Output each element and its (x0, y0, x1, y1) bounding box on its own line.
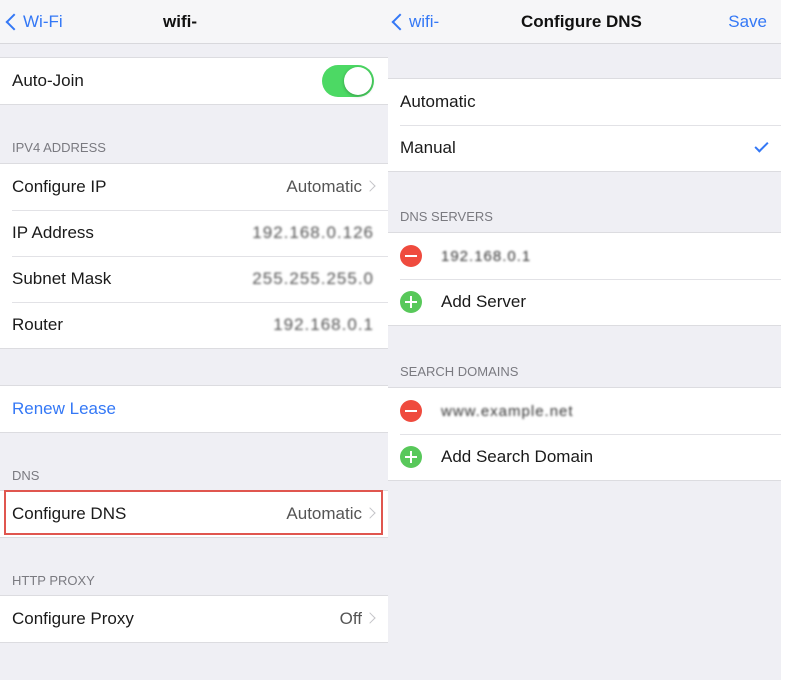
router-value: 192.168.0.1 (273, 315, 374, 334)
search-domain-value: www.example.net (441, 402, 574, 420)
add-server-row[interactable]: Add Server (388, 279, 781, 325)
renew-lease-section: Renew Lease (0, 385, 388, 433)
configure-dns-label: Configure DNS (12, 504, 127, 523)
auto-join-section: Auto-Join (0, 57, 388, 105)
checkmark-icon (754, 138, 769, 153)
save-button[interactable]: Save (728, 0, 767, 44)
chevron-right-icon (364, 507, 376, 519)
minus-circle-icon[interactable] (400, 245, 422, 267)
back-to-wifi-details-button[interactable]: wifi- (391, 0, 440, 44)
configure-proxy-row[interactable]: Configure Proxy Off (0, 596, 388, 642)
chevron-right-icon (364, 612, 376, 624)
dns-servers-section: 192.168.0.1 Add Server (388, 232, 781, 326)
chevron-right-icon (364, 180, 376, 192)
renew-lease-button[interactable]: Renew Lease (0, 386, 388, 432)
http-proxy-section: Configure Proxy Off (0, 595, 388, 643)
wifi-details-navbar: Wi-Fi wifi- (0, 0, 388, 44)
dns-mode-manual-option[interactable]: Manual (388, 125, 781, 171)
dns-server-row: 192.168.0.1 (388, 233, 781, 279)
back-label: Wi-Fi (23, 12, 63, 31)
chevron-left-icon (5, 13, 23, 31)
back-to-wifi-button[interactable]: Wi-Fi (5, 0, 63, 44)
toggle-knob (344, 67, 372, 95)
dns-mode-automatic-option[interactable]: Automatic (388, 79, 781, 125)
plus-circle-icon[interactable] (400, 446, 422, 468)
subnet-mask-value: 255.255.255.0 (252, 269, 374, 288)
http-proxy-header: HTTP PROXY (12, 573, 95, 588)
ip-address-value: 192.168.0.126 (252, 223, 374, 242)
wifi-details-pane: Wi-Fi wifi- Auto-Join IPV4 ADDRESS Confi… (0, 0, 388, 680)
ip-address-label: IP Address (12, 223, 94, 242)
configure-proxy-value: Off (339, 609, 362, 628)
auto-join-row: Auto-Join (0, 58, 388, 104)
search-domains-section: www.example.net Add Search Domain (388, 387, 781, 481)
subnet-mask-label: Subnet Mask (12, 269, 112, 288)
router-label: Router (12, 315, 64, 334)
ipv4-header: IPV4 ADDRESS (12, 140, 106, 155)
chevron-left-icon (391, 13, 409, 31)
ipv4-section: Configure IP Automatic IP Address 192.16… (0, 163, 388, 349)
configure-dns-row[interactable]: Configure DNS Automatic (0, 491, 388, 537)
router-row: Router 192.168.0.1 (0, 302, 388, 348)
dns-header: DNS (12, 468, 40, 483)
add-server-label: Add Server (441, 292, 527, 311)
minus-circle-icon[interactable] (400, 400, 422, 422)
add-search-domain-row[interactable]: Add Search Domain (388, 434, 781, 480)
plus-circle-icon[interactable] (400, 291, 422, 313)
add-search-domain-label: Add Search Domain (441, 447, 594, 466)
back-label: wifi- (409, 12, 440, 31)
configure-proxy-label: Configure Proxy (12, 609, 134, 628)
search-domains-header: SEARCH DOMAINS (400, 364, 519, 379)
configure-ip-value: Automatic (286, 177, 362, 196)
configure-ip-row[interactable]: Configure IP Automatic (0, 164, 388, 210)
configure-ip-label: Configure IP (12, 177, 107, 196)
search-domain-row: www.example.net (388, 388, 781, 434)
dns-section: Configure DNS Automatic (0, 490, 388, 538)
configure-dns-pane: wifi- Configure DNS Save Automatic Manua… (388, 0, 781, 680)
auto-join-label: Auto-Join (12, 71, 84, 90)
auto-join-toggle[interactable] (322, 65, 374, 97)
configure-dns-navbar: wifi- Configure DNS Save (388, 0, 781, 44)
manual-label: Manual (400, 138, 456, 157)
dns-mode-section: Automatic Manual (388, 78, 781, 172)
automatic-label: Automatic (400, 92, 476, 111)
ip-address-row: IP Address 192.168.0.126 (0, 210, 388, 256)
subnet-mask-row: Subnet Mask 255.255.255.0 (0, 256, 388, 302)
page-title: wifi- (163, 12, 197, 31)
page-title: Configure DNS (521, 12, 642, 31)
dns-server-value: 192.168.0.1 (441, 247, 532, 265)
dns-servers-header: DNS SERVERS (400, 209, 493, 224)
configure-dns-value: Automatic (286, 504, 362, 523)
